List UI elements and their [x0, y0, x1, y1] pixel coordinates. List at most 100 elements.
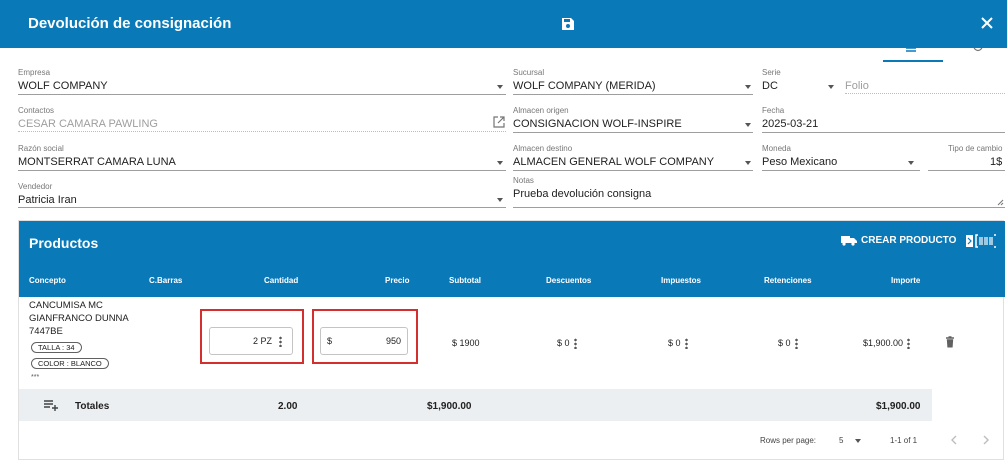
playlist-add-icon[interactable]	[43, 399, 59, 411]
chevron-down-icon[interactable]	[908, 161, 914, 165]
chevron-down-icon[interactable]	[497, 161, 503, 165]
more-attributes[interactable]: ***	[31, 374, 39, 381]
vendedor-select[interactable]: Patricia Iran	[18, 194, 77, 206]
almacen-origen-underline	[513, 132, 753, 133]
products-panel: Productos CREAR PRODUCTO Concepto C.Barr…	[18, 220, 1005, 460]
notas-textarea[interactable]: Prueba devolución consigna	[513, 188, 651, 200]
pagination-range: 1-1 of 1	[890, 436, 918, 445]
chevron-down-icon[interactable]	[497, 198, 503, 202]
moneda-label: Moneda	[762, 144, 791, 153]
chevron-down-icon[interactable]	[855, 439, 861, 443]
impuestos-value: $ 0	[668, 338, 681, 348]
chevron-down-icon[interactable]	[745, 161, 751, 165]
empresa-label: Empresa	[18, 68, 51, 77]
scan-buttons	[964, 234, 996, 253]
totals-label: Totales	[75, 401, 110, 412]
products-title: Productos	[29, 235, 99, 251]
importe-value: $1,900.00	[863, 338, 904, 348]
crear-producto-button[interactable]: CREAR PRODUCTO	[841, 234, 956, 246]
descuentos-value: $ 0	[557, 338, 570, 348]
rows-per-page-select[interactable]: 5	[839, 436, 843, 445]
variant-chip: TALLA : 34	[31, 342, 82, 353]
tipo-cambio-underline	[928, 170, 1005, 171]
concepto-line: CANCUMISA MC	[29, 300, 103, 311]
retenciones-cell[interactable]: $ 0	[778, 338, 798, 350]
col-descuentos: Descuentos	[546, 276, 592, 285]
cantidad-value: 2 PZ	[252, 336, 272, 346]
contactos-label: Contactos	[18, 106, 55, 115]
col-cbarras: C.Barras	[149, 276, 183, 285]
concepto-cell: CANCUMISA MC GIANFRANCO DUNNA 7447BE	[29, 299, 129, 338]
empresa-select[interactable]: WOLF COMPANY	[18, 80, 108, 92]
more-vert-icon[interactable]	[794, 338, 798, 350]
moneda-select[interactable]: Peso Mexicano	[762, 156, 837, 168]
crear-producto-label: CREAR PRODUCTO	[861, 234, 957, 246]
resize-handle-icon[interactable]	[997, 199, 1004, 206]
rows-per-page-label: Rows per page:	[760, 436, 817, 445]
razon-social-label: Razón social	[18, 144, 64, 153]
almacen-destino-select[interactable]: ALMACEN GENERAL WOLF COMPANY	[513, 156, 714, 168]
almacen-origen-select[interactable]: CONSIGNACION WOLF-INSPIRE	[513, 118, 682, 130]
col-retenciones: Retenciones	[764, 276, 812, 285]
tab-other-icon[interactable]	[972, 47, 984, 55]
chevron-down-icon[interactable]	[497, 85, 503, 89]
fecha-label: Fecha	[762, 106, 785, 115]
sucursal-label: Sucursal	[513, 68, 545, 77]
precio-value: 950	[385, 336, 401, 346]
contactos-underline	[18, 131, 506, 132]
importe-cell[interactable]: $1,900.00	[863, 338, 911, 350]
cantidad-input[interactable]: 2 PZ	[209, 327, 293, 355]
notas-label: Notas	[513, 176, 534, 185]
impuestos-cell[interactable]: $ 0	[668, 338, 688, 350]
close-icon[interactable]	[980, 16, 994, 30]
almacen-origen-label: Almacen origen	[513, 106, 569, 115]
delete-icon[interactable]	[945, 336, 955, 348]
variant-chip: COLOR : BLANCO	[31, 358, 109, 369]
tab-list-icon[interactable]	[905, 47, 917, 55]
open-external-icon[interactable]	[493, 116, 505, 128]
tipo-cambio-field[interactable]: 1$	[990, 156, 1002, 168]
almacen-destino-label: Almacen destino	[513, 144, 573, 153]
concepto-line: 7447BE	[29, 326, 63, 337]
save-icon[interactable]	[561, 17, 575, 31]
more-vert-icon[interactable]	[907, 338, 911, 350]
tipo-cambio-label: Tipo de cambio	[948, 144, 1003, 153]
more-vert-icon[interactable]	[279, 336, 282, 347]
products-header: Productos CREAR PRODUCTO Concepto C.Barr…	[19, 221, 1005, 297]
totals-precio: $1,900.00	[427, 401, 472, 412]
barcode-scan-icon[interactable]	[964, 234, 996, 248]
totals-importe: $1,900.00	[876, 401, 921, 412]
empresa-underline	[18, 94, 506, 95]
chevron-down-icon[interactable]	[828, 85, 834, 89]
chevron-right-icon[interactable]	[982, 435, 990, 445]
chevron-down-icon[interactable]	[745, 123, 751, 127]
concepto-line: GIANFRANCO DUNNA	[29, 313, 129, 324]
sucursal-select[interactable]: WOLF COMPANY (MERIDA)	[513, 80, 656, 92]
subtotal-cell: $ 1900	[452, 338, 480, 348]
fecha-underline	[762, 132, 1005, 133]
vendedor-underline	[18, 207, 506, 208]
dialog-title: Devolución de consignación	[28, 15, 232, 32]
more-vert-icon[interactable]	[684, 338, 688, 350]
chevron-down-icon[interactable]	[745, 85, 751, 89]
totals-cantidad: 2.00	[278, 401, 298, 412]
col-cantidad: Cantidad	[264, 276, 299, 285]
col-concepto: Concepto	[29, 276, 66, 285]
dialog-header: Devolución de consignación	[0, 0, 1007, 48]
totals-row	[19, 389, 932, 421]
razon-social-select[interactable]: MONTSERRAT CAMARA LUNA	[18, 156, 176, 168]
fecha-field[interactable]: 2025-03-21	[762, 118, 818, 130]
almacen-destino-underline	[513, 170, 753, 171]
chevron-left-icon[interactable]	[950, 435, 958, 445]
contactos-field[interactable]: CESAR CAMARA PAWLING	[18, 118, 158, 130]
active-tab-indicator	[883, 60, 943, 62]
retenciones-value: $ 0	[778, 338, 791, 348]
folio-field[interactable]: Folio	[845, 80, 869, 92]
col-impuestos: Impuestos	[661, 276, 702, 285]
descuentos-cell[interactable]: $ 0	[557, 338, 577, 350]
col-subtotal: Subtotal	[449, 276, 481, 285]
precio-prefix: $	[327, 336, 333, 346]
precio-input[interactable]: $ 950	[320, 327, 408, 355]
more-vert-icon[interactable]	[573, 338, 577, 350]
serie-select[interactable]: DC	[762, 80, 778, 92]
